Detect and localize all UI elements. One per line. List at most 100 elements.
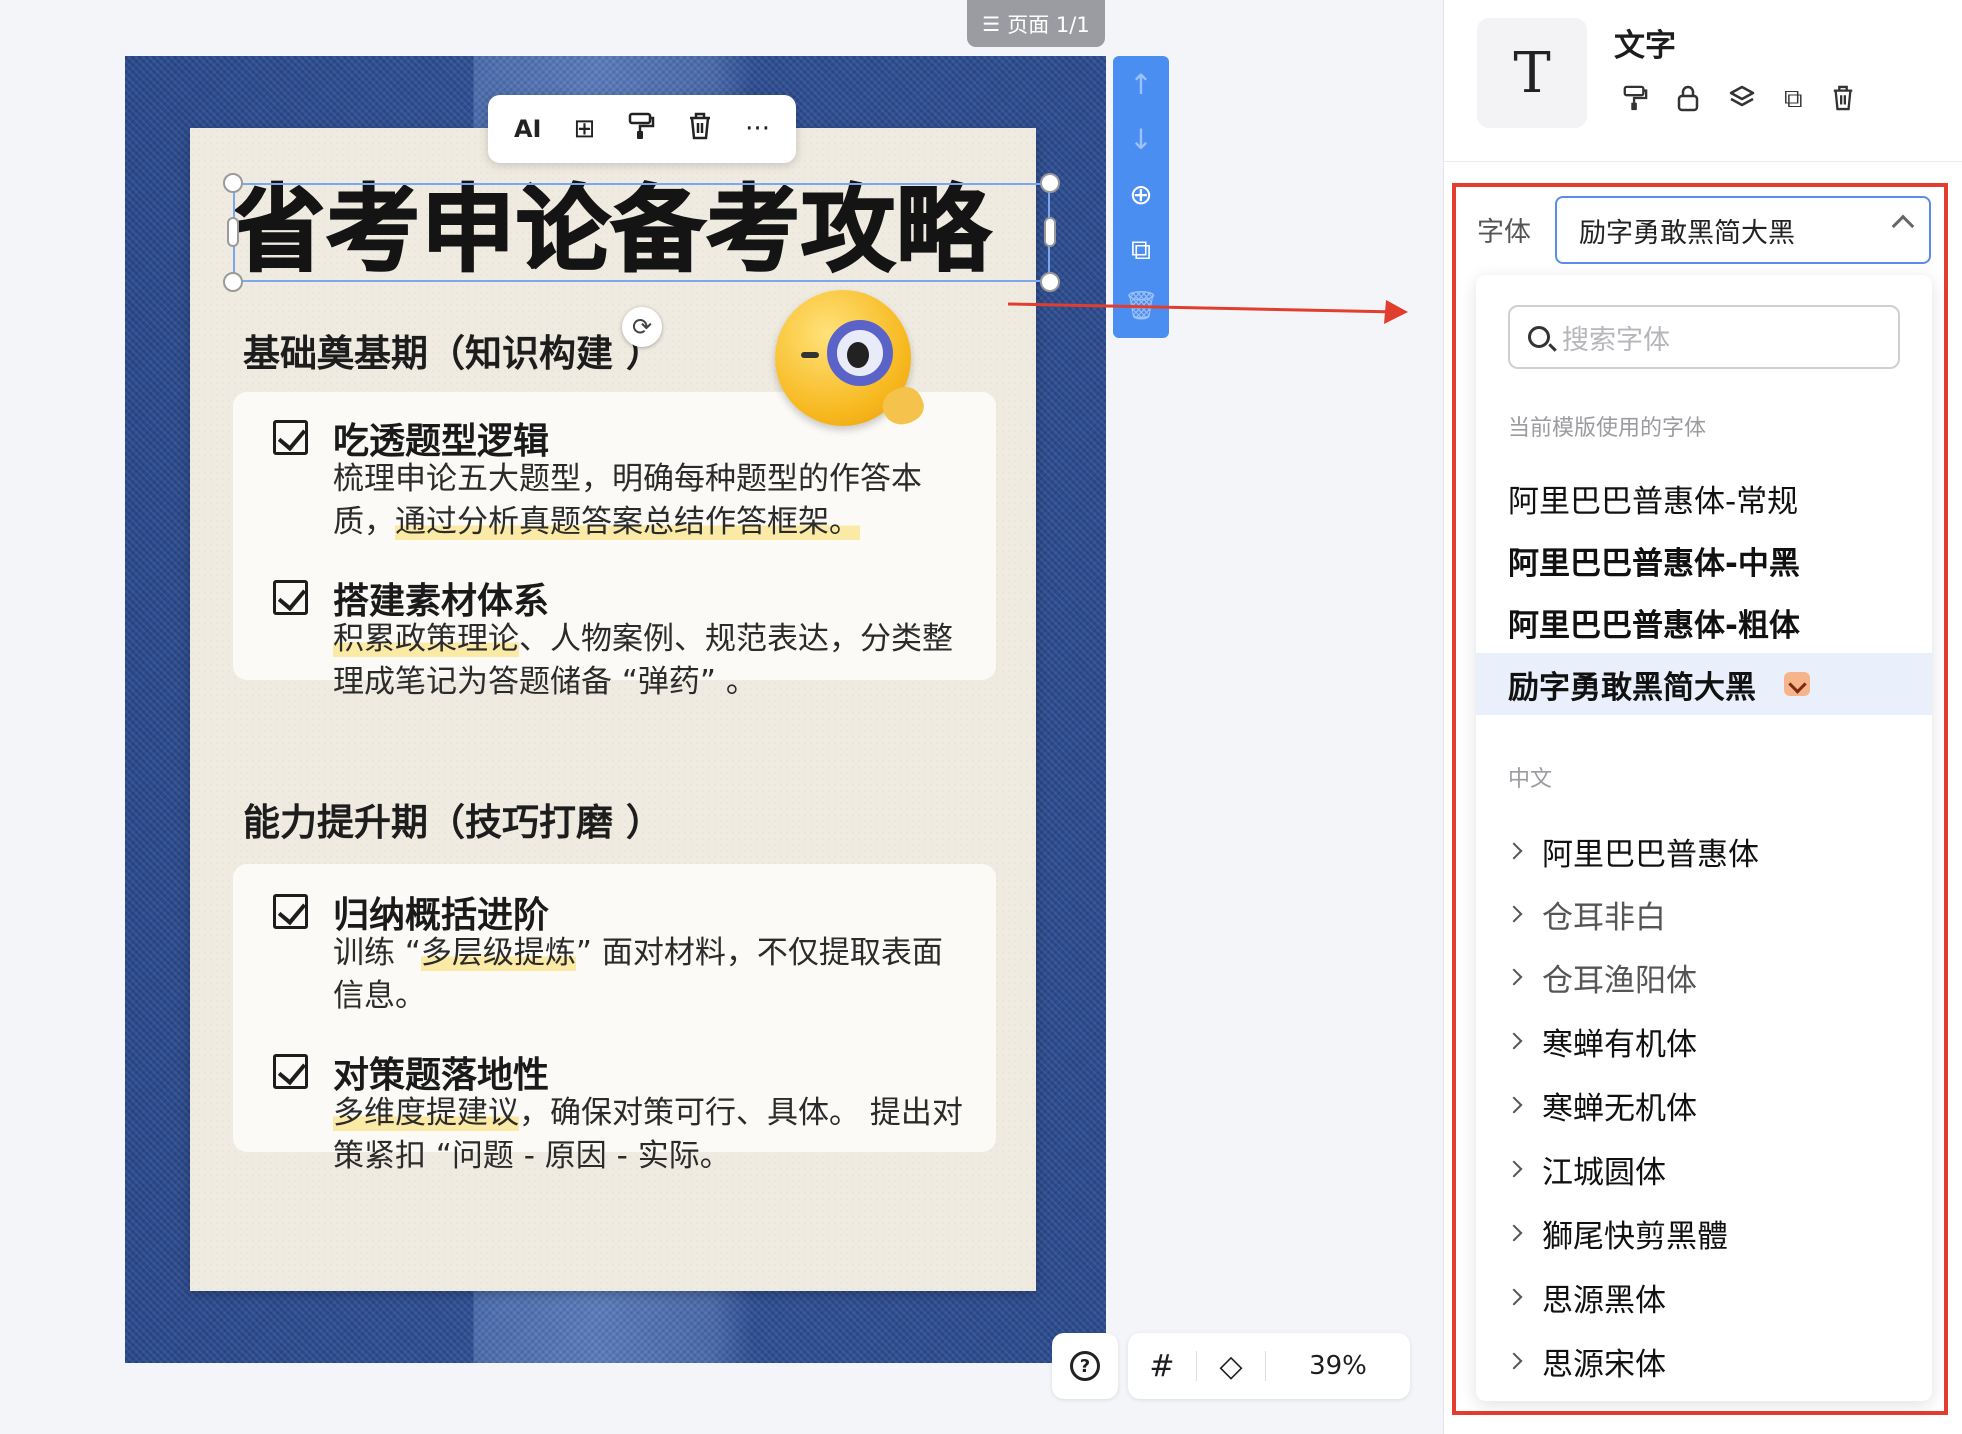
font-family-label: 仓耳渔阳体 [1542, 962, 1697, 999]
font-search-input[interactable]: 搜索字体 [1508, 305, 1900, 369]
font-family-label: 阿里巴巴普惠体 [1542, 836, 1759, 873]
font-select[interactable]: 励字勇敢黑简大黑 [1555, 196, 1931, 264]
body-text: 训练 “ [333, 935, 421, 971]
chevron-right-icon [1505, 1288, 1523, 1306]
item-body[interactable]: 积累政策理论、人物案例、规范表达，分类整理成笔记为答题储备 “弹药” 。 [333, 618, 963, 704]
duplicate-icon[interactable]: ⧉ [1131, 233, 1151, 267]
help-button[interactable]: ? [1052, 1333, 1118, 1399]
trash-icon[interactable] [1831, 84, 1855, 119]
item-body[interactable]: 训练 “多层级提炼” 面对材料，不仅提取表面信息。 [333, 932, 963, 1018]
emoji-pupil [847, 342, 869, 368]
help-icon: ? [1070, 1351, 1100, 1381]
rotate-icon: ⟳ [631, 313, 653, 341]
font-family-label: 寒蝉无机体 [1542, 1090, 1697, 1127]
add-copy-icon[interactable]: ⊞ [573, 114, 595, 144]
font-family-item[interactable]: 寒蝉有机体 [1476, 1011, 1932, 1071]
highlight-text: 通过分析真题答案总结作答框架。 [395, 504, 860, 540]
checkbox-icon [273, 580, 308, 615]
font-option-label: 励字勇敢黑简大黑 [1508, 669, 1756, 706]
layers-icon[interactable] [1728, 84, 1756, 119]
section-title-1[interactable]: 基础奠基期（知识构建 ） [243, 323, 663, 377]
font-family-label: 思源黑体 [1542, 1282, 1666, 1319]
font-family-item[interactable]: 獅尾快剪黑體 [1476, 1203, 1932, 1263]
font-family-item[interactable]: 寒蝉无机体 [1476, 1075, 1932, 1135]
move-up-icon[interactable]: ↑ [1129, 68, 1152, 101]
chevron-right-icon [1505, 1032, 1523, 1050]
resize-handle-br[interactable] [1040, 272, 1060, 292]
search-icon [1528, 326, 1550, 348]
font-family-item[interactable]: 思源宋体 [1476, 1331, 1932, 1391]
highlight-text: 多维度提建议 [333, 1095, 519, 1131]
rotate-handle[interactable]: ⟳ [622, 307, 662, 347]
move-down-icon[interactable]: ↓ [1129, 123, 1152, 156]
zoom-level[interactable]: 39% [1266, 1351, 1410, 1381]
content-card-2[interactable]: 归纳概括进阶 训练 “多层级提炼” 面对材料，不仅提取表面信息。 对策题落地性 … [233, 864, 996, 1174]
item-heading[interactable]: 对策题落地性 [333, 1046, 549, 1098]
text-type-icon: T [1477, 18, 1587, 128]
trash-icon[interactable] [687, 111, 713, 148]
resize-handle-right[interactable] [1044, 217, 1056, 247]
font-option[interactable]: 阿里巴巴普惠体-常规 [1476, 467, 1932, 529]
font-option[interactable]: 阿里巴巴普惠体-中黑 [1476, 529, 1932, 591]
emoji-eye [801, 352, 819, 358]
more-icon[interactable]: ··· [745, 114, 770, 144]
duplicate-icon[interactable]: ⧉ [1784, 84, 1803, 119]
highlight-text: 积累政策理论 [333, 621, 519, 657]
zoom-controls: # ◇ 39% [1128, 1333, 1410, 1399]
font-label: 字体 [1477, 217, 1531, 248]
font-family-item[interactable]: 仓耳非白 [1476, 884, 1932, 944]
item-body[interactable]: 梳理申论五大题型，明确每种题型的作答本质，通过分析真题答案总结作答框架。 [333, 458, 963, 544]
format-brush-icon[interactable] [627, 111, 655, 148]
chevron-right-icon [1505, 1096, 1523, 1114]
font-option-selected[interactable]: 励字勇敢黑简大黑 [1476, 653, 1932, 715]
chevron-up-icon [1891, 214, 1915, 238]
grid-icon[interactable]: # [1128, 1349, 1196, 1384]
ai-button[interactable]: AI [514, 115, 542, 143]
item-heading[interactable]: 搭建素材体系 [333, 572, 549, 624]
checkbox-icon [273, 420, 308, 455]
font-family-item[interactable]: 思源黑体 [1476, 1267, 1932, 1327]
font-family-label: 思源宋体 [1542, 1346, 1666, 1383]
resize-handle-bl[interactable] [223, 272, 243, 292]
magnifier-emoji-sticker[interactable] [775, 290, 929, 440]
annotation-arrow [1008, 300, 1408, 324]
layers-icon[interactable]: ◇ [1197, 1349, 1265, 1384]
resize-handle-left[interactable] [227, 217, 239, 247]
item-heading[interactable]: 归纳概括进阶 [333, 886, 549, 938]
panel-title: 文字 [1614, 28, 1676, 64]
item-heading[interactable]: 吃透题型逻辑 [333, 412, 549, 464]
font-family-label: 寒蝉有机体 [1542, 1026, 1697, 1063]
chevron-right-icon [1505, 968, 1523, 986]
vip-badge-icon [1784, 672, 1810, 696]
text-selection-box[interactable] [233, 183, 1050, 282]
item-body[interactable]: 多维度提建议，确保对策可行、具体。 提出对策紧扣 “问题 - 原因 - 实际。 [333, 1092, 963, 1178]
format-brush-icon[interactable] [1622, 84, 1648, 119]
group-label-current: 当前模版使用的字体 [1508, 416, 1707, 441]
font-dropdown: 搜索字体 当前模版使用的字体 阿里巴巴普惠体-常规 阿里巴巴普惠体-中黑 阿里巴… [1476, 275, 1932, 1401]
font-option[interactable]: 阿里巴巴普惠体-粗体 [1476, 591, 1932, 653]
chevron-right-icon [1505, 1224, 1523, 1242]
font-family-label: 江城圆体 [1542, 1154, 1666, 1191]
page-indicator-label: 页面 1/1 [1007, 12, 1090, 37]
font-family-item[interactable]: 仓耳渔阳体 [1476, 947, 1932, 1007]
panel-tools: ⧉ [1622, 84, 1855, 119]
font-family-label: 獅尾快剪黑體 [1542, 1218, 1728, 1255]
font-family-label: 仓耳非白 [1542, 899, 1666, 936]
editor-stage: ☰ 页面 1/1 省考申论备考攻略 基础奠基期（知识构建 ） 吃透题型逻辑 梳理… [0, 0, 1962, 1434]
checkbox-icon [273, 1054, 308, 1089]
resize-handle-tr[interactable] [1040, 173, 1060, 193]
font-select-value: 励字勇敢黑简大黑 [1579, 217, 1795, 249]
font-family-item[interactable]: 江城圆体 [1476, 1139, 1932, 1199]
element-toolbar: AI ⊞ ··· [488, 95, 796, 163]
resize-handle-tl[interactable] [223, 173, 243, 193]
section-title-2[interactable]: 能力提升期（技巧打磨 ） [243, 792, 663, 846]
list-icon: ☰ [982, 11, 1001, 36]
lock-icon[interactable] [1676, 84, 1700, 119]
font-family-item[interactable]: 阿里巴巴普惠体 [1476, 821, 1932, 881]
chevron-right-icon [1505, 1160, 1523, 1178]
panel-header: T 文字 ⧉ [1444, 0, 1962, 162]
group-label-chinese: 中文 [1508, 767, 1553, 792]
add-circle-icon[interactable]: ⊕ [1129, 178, 1152, 211]
page-indicator[interactable]: ☰ 页面 1/1 [967, 0, 1105, 47]
highlight-text: 多层级提炼 [420, 935, 576, 971]
